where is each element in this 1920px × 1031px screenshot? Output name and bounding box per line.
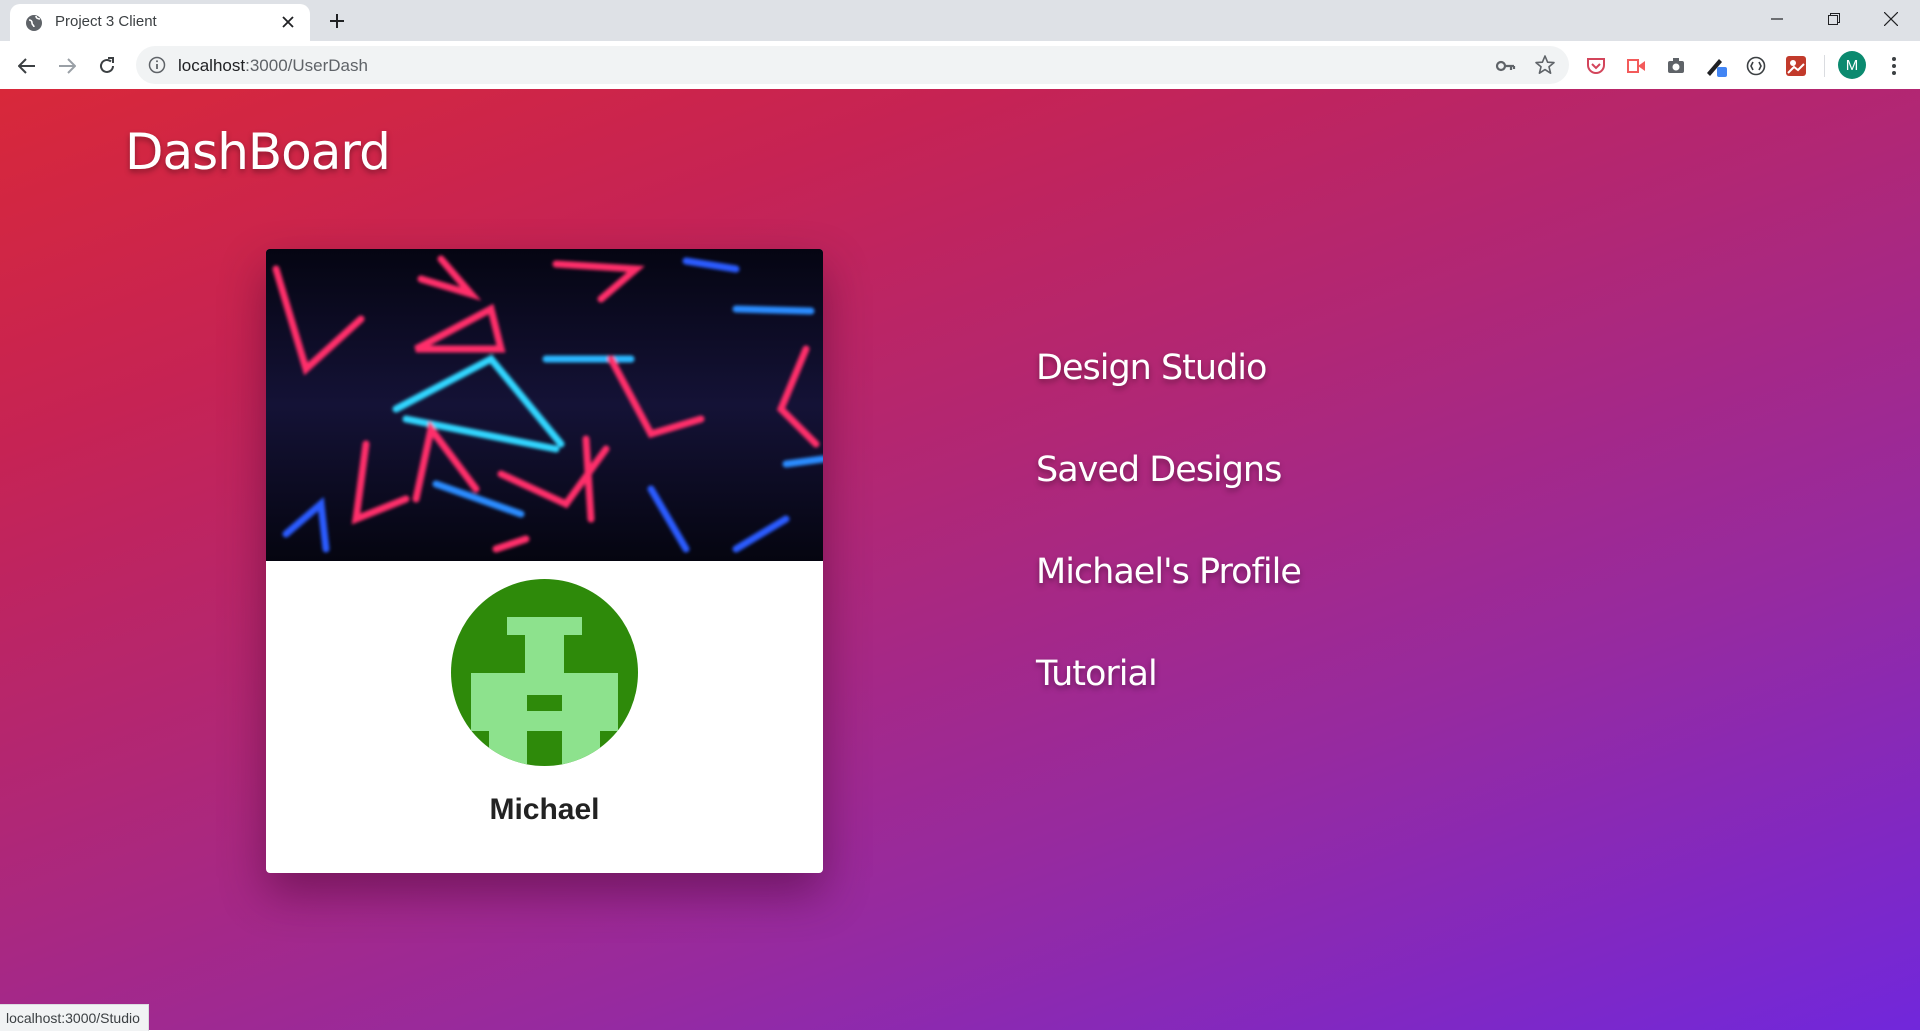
color-picker-icon[interactable]	[1704, 54, 1728, 78]
address-bar[interactable]: localhost:3000/UserDash	[136, 46, 1569, 84]
dashboard-page: DashBoard Michael Design Studio Saved De…	[0, 89, 1920, 1030]
extension-icon[interactable]	[1744, 54, 1768, 78]
browser-toolbar: localhost:3000/UserDash M	[0, 41, 1920, 90]
video-extension-icon[interactable]	[1624, 54, 1648, 78]
key-icon[interactable]	[1494, 55, 1516, 77]
window-close-icon[interactable]	[1863, 0, 1919, 37]
star-icon[interactable]	[1534, 54, 1556, 76]
globe-icon	[25, 14, 43, 32]
banner-image	[266, 249, 823, 561]
user-name: Michael	[489, 793, 600, 826]
pocket-icon[interactable]	[1584, 54, 1608, 78]
tab-title: Project 3 Client	[55, 13, 157, 30]
restore-icon[interactable]	[1806, 0, 1862, 37]
toolbar-separator	[1824, 55, 1825, 77]
reload-icon[interactable]	[94, 53, 120, 79]
page-title: DashBoard	[125, 123, 391, 181]
url-text: localhost:3000/UserDash	[178, 56, 368, 76]
gallery-extension-icon[interactable]	[1784, 54, 1808, 78]
url-host: localhost	[178, 56, 246, 75]
status-url-bubble: localhost:3000/Studio	[0, 1004, 149, 1031]
user-card: Michael	[266, 249, 823, 873]
menu-tutorial[interactable]: Tutorial	[1036, 652, 1301, 754]
menu-profile[interactable]: Michael's Profile	[1036, 550, 1302, 652]
minimize-icon[interactable]	[1749, 0, 1805, 37]
tab-strip: Project 3 Client	[0, 0, 1920, 41]
info-icon[interactable]	[148, 56, 166, 74]
menu-design-studio[interactable]: Design Studio	[1036, 346, 1301, 448]
dashboard-menu: Design Studio Saved Designs Michael's Pr…	[1036, 346, 1302, 754]
user-avatar	[451, 579, 638, 766]
more-icon[interactable]	[1882, 54, 1906, 78]
back-icon[interactable]	[14, 53, 40, 79]
menu-saved-designs[interactable]: Saved Designs	[1036, 448, 1301, 550]
profile-avatar[interactable]: M	[1838, 51, 1866, 79]
browser-tab[interactable]: Project 3 Client	[10, 4, 310, 41]
camera-icon[interactable]	[1664, 54, 1688, 78]
close-icon[interactable]	[278, 12, 298, 32]
forward-icon[interactable]	[54, 53, 80, 79]
url-path: :3000/UserDash	[245, 56, 368, 75]
plus-icon[interactable]	[325, 9, 349, 33]
